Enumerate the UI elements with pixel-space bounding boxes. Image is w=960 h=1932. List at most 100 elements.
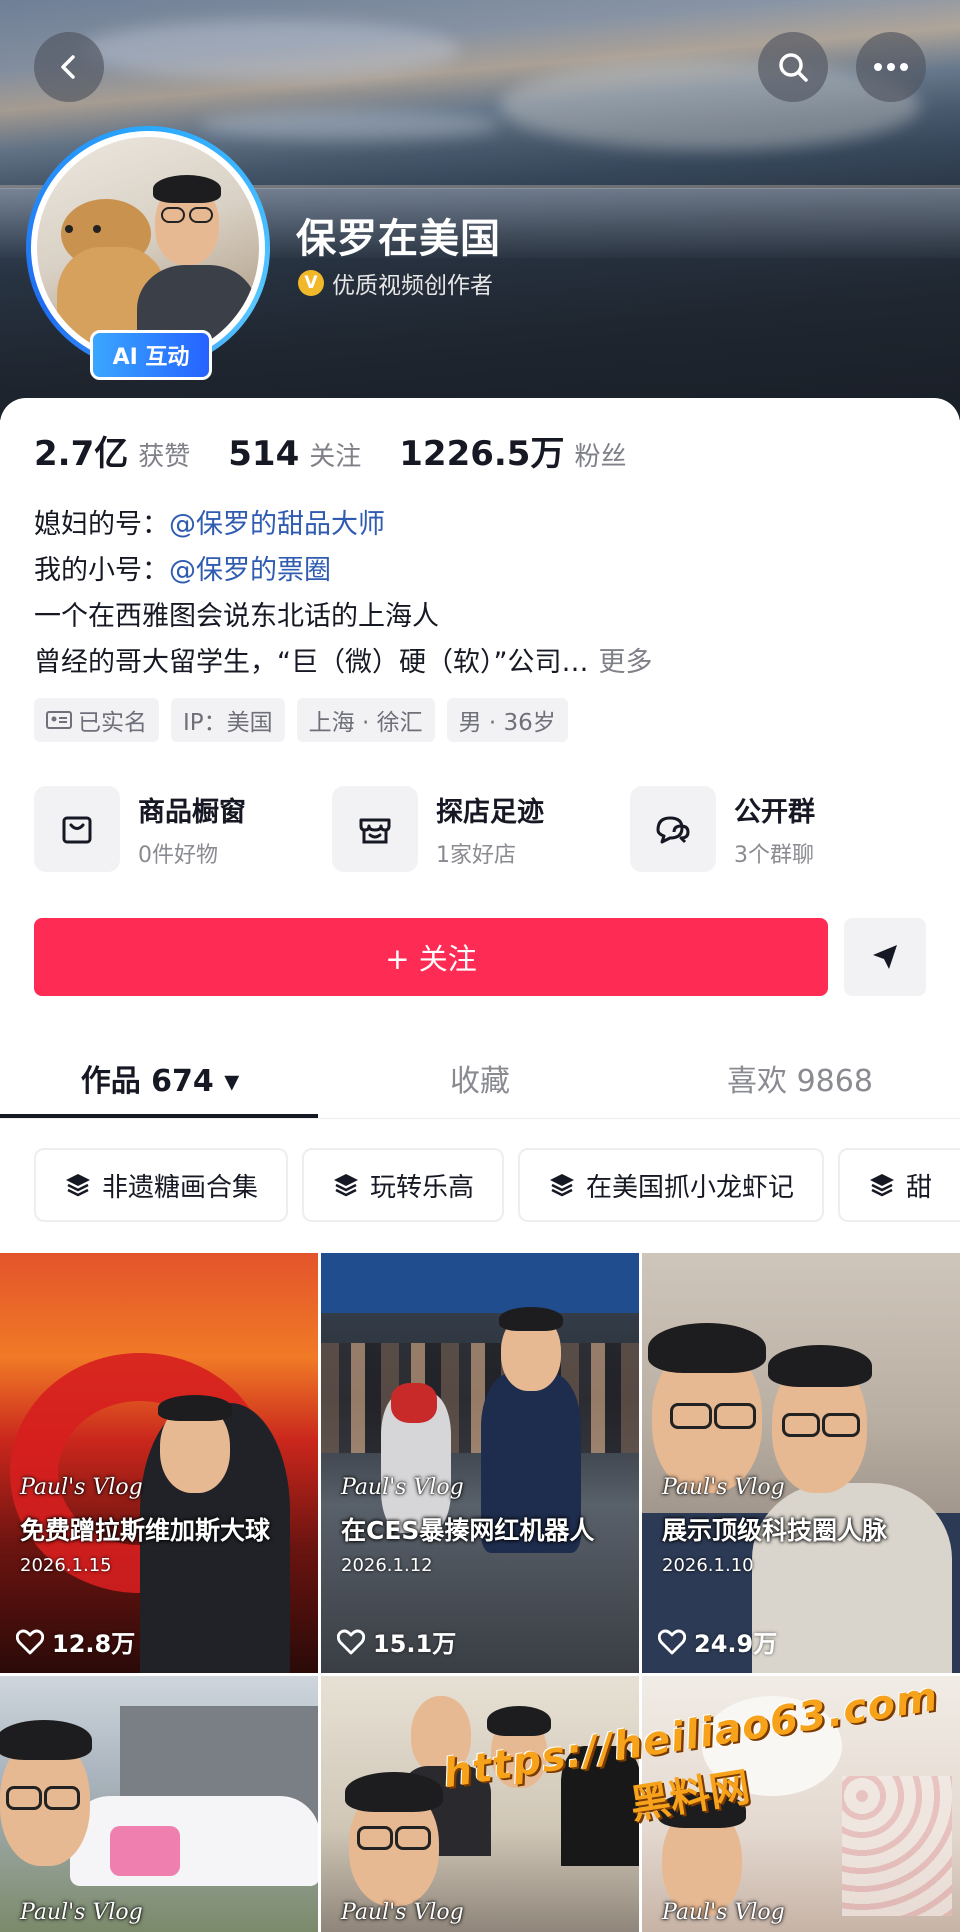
collection-label: 非遗糖画合集 xyxy=(102,1172,259,1203)
heart-icon xyxy=(16,1629,44,1654)
bio: 媳妇的号：@保罗的甜品大师 我的小号：@保罗的票圈 一个在西雅图会说东北话的上海… xyxy=(34,502,652,686)
feature-title: 商品橱窗 xyxy=(138,796,246,828)
video-likes-count: 15.1万 xyxy=(373,1630,457,1658)
video-vlog-tag: Paul's Vlog xyxy=(20,1475,143,1500)
stat-following[interactable]: 514 关注 xyxy=(228,434,361,474)
stat-followers-value: 1226.5万 xyxy=(399,434,565,474)
video-thumbnail[interactable]: Paul's Vlog xyxy=(0,1676,318,1932)
bio-more-link[interactable]: 更多 xyxy=(598,647,652,678)
bio-label: 我的小号： xyxy=(34,555,169,586)
video-likes-count: 24.9万 xyxy=(694,1630,778,1658)
tag-label: 上海 · 徐汇 xyxy=(308,710,423,736)
layers-icon xyxy=(550,1174,575,1197)
collections-row: 非遗糖画合集 玩转乐高 在美国抓小龙虾记 甜 xyxy=(34,1148,960,1222)
feature-row: 商品橱窗 0件好物 探店足迹 1家好店 公开群 3个群聊 xyxy=(34,786,928,872)
video-date: 2026.1.15 xyxy=(20,1555,112,1576)
tab-works[interactable]: 作品 674 ▾ xyxy=(0,1038,320,1118)
stat-likes-value: 2.7亿 xyxy=(34,434,129,474)
more-dots-icon xyxy=(874,63,908,71)
feature-subtitle: 1家好店 xyxy=(436,842,516,868)
feature-subtitle: 3个群聊 xyxy=(734,842,814,868)
heart-icon xyxy=(658,1629,686,1654)
tab-likes[interactable]: 喜欢 9868 xyxy=(640,1038,960,1118)
video-title: 展示顶级科技圈人脉 xyxy=(662,1516,888,1545)
video-vlog-tag: Paul's Vlog xyxy=(341,1475,464,1500)
tab-favorites[interactable]: 收藏 xyxy=(320,1038,640,1118)
video-likes: 15.1万 xyxy=(337,1624,456,1659)
id-card-icon xyxy=(46,711,72,729)
tag-gender-age: 男 · 36岁 xyxy=(446,698,568,742)
tag-label: 男 · 36岁 xyxy=(458,710,556,736)
stat-likes-label: 获赞 xyxy=(138,442,191,472)
collection-chip[interactable]: 在美国抓小龙虾记 xyxy=(518,1148,825,1222)
bio-line-1: 媳妇的号：@保罗的甜品大师 xyxy=(34,502,652,548)
send-icon xyxy=(873,945,897,969)
video-likes: 24.9万 xyxy=(658,1624,777,1659)
collection-chip[interactable]: 甜 xyxy=(838,1148,960,1222)
store-icon xyxy=(332,786,418,872)
tabs-divider xyxy=(0,1118,960,1119)
tag-ip: IP：美国 xyxy=(171,698,285,742)
feature-store-visits[interactable]: 探店足迹 1家好店 xyxy=(332,786,630,872)
feature-title: 探店足迹 xyxy=(436,796,544,828)
bio-label: 媳妇的号： xyxy=(34,509,169,540)
video-title: 免费蹭拉斯维加斯大球 xyxy=(20,1516,271,1545)
verification-text: 优质视频创作者 xyxy=(332,273,493,299)
chevron-left-icon xyxy=(61,55,75,79)
layers-icon xyxy=(66,1174,90,1197)
video-date: 2026.1.10 xyxy=(662,1555,754,1576)
tag-label: IP：美国 xyxy=(183,710,273,736)
bio-line-4: 曾经的哥大留学生，“巨（微）硬（软）”公司… 更多 xyxy=(34,640,652,686)
stat-following-value: 514 xyxy=(228,434,300,474)
share-button[interactable] xyxy=(844,918,926,996)
tag-location[interactable]: 上海 · 徐汇 xyxy=(296,698,435,742)
video-likes: 12.8万 xyxy=(16,1624,135,1659)
stat-followers[interactable]: 1226.5万 粉丝 xyxy=(399,426,626,475)
collection-label: 玩转乐高 xyxy=(370,1172,475,1203)
video-vlog-tag: Paul's Vlog xyxy=(662,1475,785,1500)
layers-icon xyxy=(334,1174,359,1197)
collection-label: 在美国抓小龙虾记 xyxy=(586,1172,795,1203)
stat-likes[interactable]: 2.7亿 获赞 xyxy=(34,426,190,475)
content-tabs: 作品 674 ▾ 收藏 喜欢 9868 xyxy=(0,1038,960,1118)
video-title: 在CES暴揍网红机器人 xyxy=(341,1516,595,1545)
video-date: 2026.1.12 xyxy=(341,1555,433,1576)
verified-badge-icon: V xyxy=(298,270,324,296)
search-button[interactable] xyxy=(758,32,828,102)
stat-followers-label: 粉丝 xyxy=(574,442,627,472)
feature-shop-window[interactable]: 商品橱窗 0件好物 xyxy=(34,786,332,872)
stat-following-label: 关注 xyxy=(309,442,362,472)
layers-icon xyxy=(870,1174,895,1197)
video-vlog-tag: Paul's Vlog xyxy=(20,1900,143,1925)
feature-title: 公开群 xyxy=(734,796,815,828)
video-thumbnail[interactable]: Paul's Vlog 展示顶级科技圈人脉 2026.1.10 24.9万 xyxy=(642,1253,960,1673)
video-thumbnail[interactable]: Paul's Vlog 免费蹭拉斯维加斯大球 2026.1.15 12.8万 xyxy=(0,1253,318,1673)
heart-icon xyxy=(337,1629,365,1654)
tag-label: 已实名 xyxy=(78,710,147,736)
ai-interact-badge[interactable]: AI 互动 xyxy=(90,330,212,380)
verification: V 优质视频创作者 xyxy=(298,266,493,300)
collection-label: 甜 xyxy=(906,1172,933,1203)
video-vlog-tag: Paul's Vlog xyxy=(341,1900,464,1925)
search-icon xyxy=(779,53,808,82)
feature-public-group[interactable]: 公开群 3个群聊 xyxy=(630,786,928,872)
follow-button[interactable]: + 关注 xyxy=(34,918,828,996)
profile-name: 保罗在美国 xyxy=(296,216,501,262)
collection-chip[interactable]: 非遗糖画合集 xyxy=(34,1148,289,1222)
bio-line-3: 一个在西雅图会说东北话的上海人 xyxy=(34,601,439,632)
shopping-bag-icon xyxy=(34,786,120,872)
video-likes-count: 12.8万 xyxy=(52,1630,136,1658)
more-button[interactable] xyxy=(856,32,926,102)
feature-subtitle: 0件好物 xyxy=(138,842,218,868)
back-button[interactable] xyxy=(34,32,104,102)
video-thumbnail[interactable]: Paul's Vlog 在CES暴揍网红机器人 2026.1.12 15.1万 xyxy=(321,1253,639,1673)
video-vlog-tag: Paul's Vlog xyxy=(662,1900,785,1925)
stats-row: 2.7亿 获赞 514 关注 1226.5万 粉丝 xyxy=(34,426,664,475)
tag-verified: 已实名 xyxy=(34,698,159,742)
mention-link[interactable]: @保罗的甜品大师 xyxy=(169,509,385,540)
mention-link[interactable]: @保罗的票圈 xyxy=(169,555,331,586)
bio-line-2: 我的小号：@保罗的票圈 xyxy=(34,548,652,594)
group-chat-icon xyxy=(630,786,716,872)
bio-text: 曾经的哥大留学生，“巨（微）硬（软）”公司… xyxy=(34,647,589,678)
collection-chip[interactable]: 玩转乐高 xyxy=(302,1148,505,1222)
